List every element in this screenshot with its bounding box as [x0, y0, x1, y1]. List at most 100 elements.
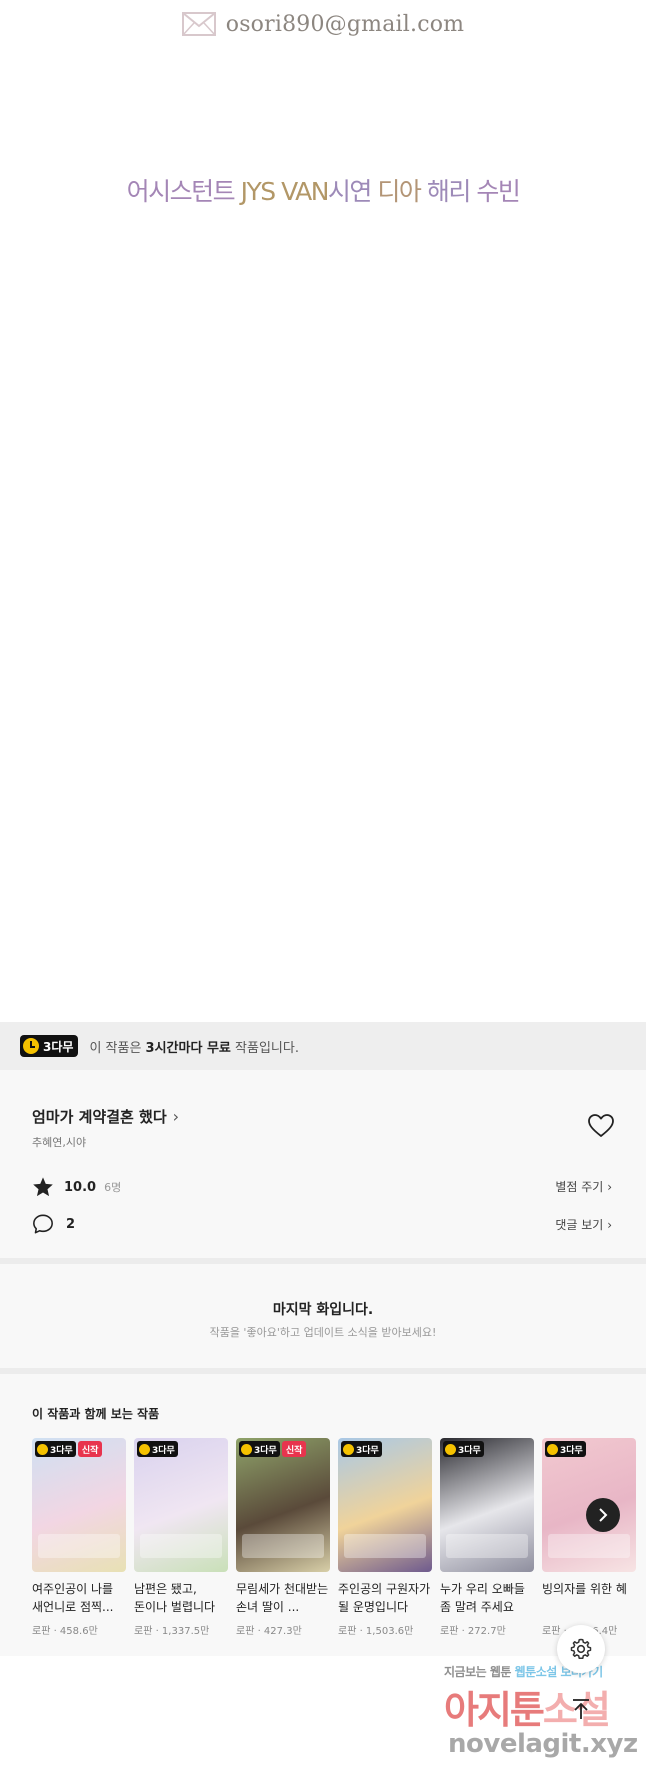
3damu-badge: 3다무 — [545, 1441, 586, 1457]
last-episode-title: 마지막 화입니다. — [272, 1302, 374, 1318]
envelope-icon — [181, 12, 216, 36]
new-badge: 신작 — [281, 1441, 307, 1457]
chevron-right-icon: › — [607, 1180, 612, 1194]
recommendation-title: 누가 우리 오빠들 좀 말려 주세요 — [440, 1582, 525, 1614]
carousel-next-button[interactable] — [586, 1498, 620, 1532]
credit-name: JYS VAN — [240, 177, 330, 206]
view-comments-button[interactable]: 댓글 보기 › — [555, 1216, 612, 1233]
clock-icon — [241, 1443, 252, 1455]
series-authors: 추혜연,시야 — [32, 1136, 87, 1149]
recommendation-thumbnail: 3다무 — [134, 1438, 228, 1572]
clock-icon — [343, 1443, 354, 1455]
free-text-prefix: 이 작품은 — [89, 1040, 146, 1056]
recommendation-title: 무림세가 천대받는 손녀 딸이 ... — [236, 1582, 329, 1614]
chevron-right-icon: › — [607, 1218, 612, 1232]
recommendation-title: 남편은 됐고, 돈이나 벌렵니다 — [134, 1582, 216, 1614]
assistant-credits: 어시스턴트 JYS VAN시연 디아 해리 수빈 — [0, 172, 646, 208]
comment-row: 2 — [32, 1213, 75, 1235]
cover-title-art — [38, 1534, 120, 1558]
credit-name: 시연 — [327, 177, 373, 206]
badge-row: 3다무 신작 — [239, 1441, 307, 1457]
watermark-logo-a: 아지툰 — [444, 1688, 545, 1732]
comments-label: 댓글 보기 — [555, 1218, 604, 1232]
recommendation-card[interactable]: 3다무 남편은 됐고, 돈이나 벌렵니다 로판 · 1,337.5만 — [134, 1438, 228, 1637]
recommendations-section: 이 작품과 함께 보는 작품 3다무 신작 여주인공이 나를 새언니로 점찍..… — [0, 1374, 646, 1656]
scroll-top-button[interactable] — [566, 1694, 596, 1724]
watermark-domain: novelagit.xyz — [448, 1729, 638, 1759]
rating-value: 10.0 — [64, 1179, 97, 1195]
recommendations-heading: 이 작품과 함께 보는 작품 — [32, 1407, 160, 1421]
recommendation-meta: 로판 · 272.7만 — [440, 1626, 506, 1637]
badge-label: 3다무 — [43, 1039, 74, 1054]
recommendation-list: 3다무 신작 여주인공이 나를 새언니로 점찍... 로판 · 458.6만 3… — [32, 1438, 636, 1637]
credit-name: 디아 — [377, 177, 422, 206]
clock-icon — [23, 1038, 39, 1054]
recommendation-meta: 로판 · 427.3만 — [236, 1626, 302, 1637]
free-banner: 3다무 이 작품은 3시간마다 무료 작품입니다. — [0, 1022, 646, 1070]
recommendation-card[interactable]: 3다무 빙의자를 위한 혜 로판 · 1,016.4만 — [542, 1438, 636, 1637]
email-address: osori890@gmail.com — [225, 11, 465, 37]
last-episode-subtitle: 작품을 '좋아요'하고 업데이트 소식을 받아보세요! — [209, 1326, 437, 1339]
recommendation-thumbnail: 3다무 신작 — [236, 1438, 330, 1572]
series-info-panel: 엄마가 계약결혼 했다 › 추혜연,시야 10.0 6명 별점 주기 › 2 댓… — [0, 1070, 646, 1258]
badge-label: 3다무 — [152, 1445, 175, 1456]
gear-icon — [570, 1638, 592, 1659]
3damu-badge: 3다무 — [341, 1441, 382, 1457]
rating-count: 6명 — [104, 1181, 122, 1194]
recommendation-title: 여주인공이 나를 새언니로 점찍... — [32, 1582, 114, 1614]
settings-button[interactable] — [557, 1625, 605, 1673]
recommendation-card[interactable]: 3다무 신작 여주인공이 나를 새언니로 점찍... 로판 · 458.6만 — [32, 1438, 126, 1637]
series-title: 엄마가 계약결혼 했다 — [32, 1108, 167, 1126]
cover-title-art — [242, 1534, 324, 1558]
heart-icon[interactable] — [588, 1114, 614, 1138]
recommendation-thumbnail: 3다무 — [440, 1438, 534, 1572]
email-credit: osori890@gmail.com — [0, 4, 646, 44]
chevron-right-icon: › — [172, 1107, 180, 1126]
site-watermark: 지금보는 웹툰 웹툰소설 보러가기 아지툰소설 novelagit.xyz — [430, 1657, 646, 1770]
free-banner-text: 이 작품은 3시간마다 무료 작품입니다. — [89, 1037, 299, 1056]
comment-icon — [33, 1214, 53, 1234]
badge-label: 3다무 — [50, 1445, 73, 1456]
3damu-badge: 3다무 — [239, 1441, 280, 1457]
cover-title-art — [344, 1534, 426, 1558]
clock-icon — [37, 1443, 48, 1455]
recommendation-card[interactable]: 3다무 주인공의 구원자가 될 운명입니다 로판 · 1,503.6만 — [338, 1438, 432, 1637]
recommendation-meta: 로판 · 458.6만 — [32, 1626, 98, 1637]
comment-count: 2 — [66, 1216, 76, 1232]
series-title-link[interactable]: 엄마가 계약결혼 했다 › — [32, 1106, 179, 1127]
recommendation-thumbnail: 3다무 신작 — [32, 1438, 126, 1572]
credit-label: 어시스턴트 — [126, 177, 236, 206]
badge-row: 3다무 — [137, 1441, 178, 1457]
rating-row: 10.0 6명 — [32, 1176, 121, 1198]
badge-row: 3다무 — [545, 1441, 586, 1457]
recommendation-card[interactable]: 3다무 누가 우리 오빠들 좀 말려 주세요 로판 · 272.7만 — [440, 1438, 534, 1637]
clock-icon — [445, 1443, 456, 1455]
rate-label: 별점 주기 — [555, 1180, 604, 1194]
cover-title-art — [548, 1534, 630, 1558]
credit-name: 수빈 — [476, 177, 521, 206]
star-icon — [33, 1177, 53, 1197]
3damu-badge: 3다무 — [137, 1441, 178, 1457]
badge-row: 3다무 신작 — [35, 1441, 103, 1457]
badge-row: 3다무 — [443, 1441, 484, 1457]
watermark-tagline-a: 지금보는 웹툰 — [444, 1665, 511, 1679]
credit-name: 해리 — [426, 177, 472, 206]
arrow-up-icon — [573, 1699, 589, 1719]
3damu-badge: 3다무 — [20, 1035, 79, 1057]
badge-row: 3다무 — [341, 1441, 382, 1457]
badge-label: 3다무 — [254, 1445, 277, 1456]
clock-icon — [547, 1443, 558, 1455]
recommendation-card[interactable]: 3다무 신작 무림세가 천대받는 손녀 딸이 ... 로판 · 427.3만 — [236, 1438, 330, 1637]
badge-label: 3다무 — [458, 1445, 481, 1456]
3damu-badge: 3다무 — [443, 1441, 484, 1457]
recommendation-meta: 로판 · 1,337.5만 — [134, 1626, 210, 1637]
chevron-right-icon — [599, 1508, 608, 1522]
cover-title-art — [140, 1534, 222, 1558]
free-text-bold: 3시간마다 무료 — [145, 1040, 231, 1056]
rate-button[interactable]: 별점 주기 › — [555, 1178, 612, 1195]
recommendation-meta: 로판 · 1,503.6만 — [338, 1626, 414, 1637]
badge-label: 3다무 — [560, 1445, 583, 1456]
recommendation-thumbnail: 3다무 — [338, 1438, 432, 1572]
last-episode-notice: 마지막 화입니다. 작품을 '좋아요'하고 업데이트 소식을 받아보세요! — [0, 1264, 646, 1368]
clock-icon — [139, 1443, 150, 1455]
